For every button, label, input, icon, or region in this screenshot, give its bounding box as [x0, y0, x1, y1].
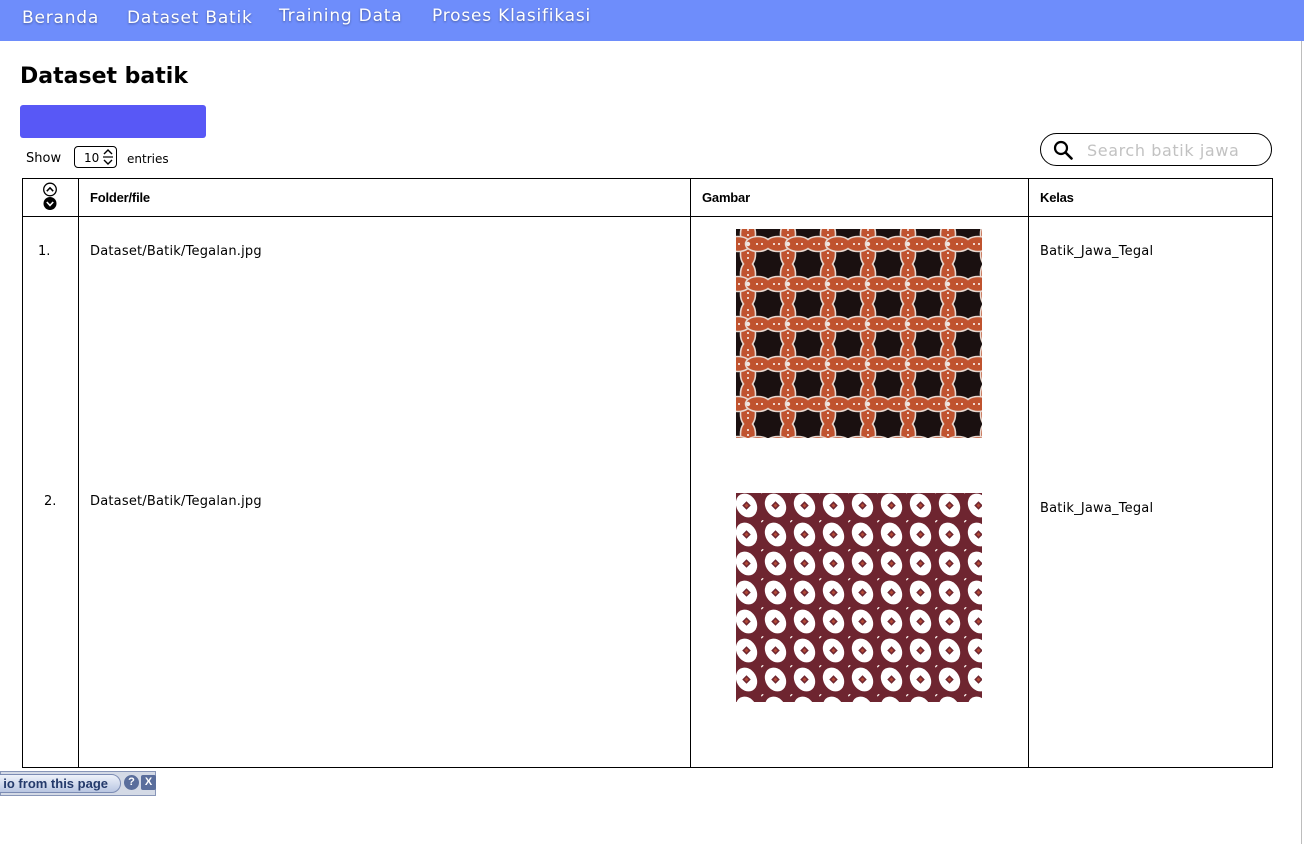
page-right-border	[1301, 41, 1302, 844]
search-input[interactable]	[1087, 138, 1263, 162]
helper-toolbar-action[interactable]: io from this page	[0, 774, 121, 793]
row-number: 2.	[44, 494, 57, 509]
column-divider	[78, 178, 79, 768]
stepper-arrows-icon	[103, 149, 113, 165]
sort-ascending-icon	[43, 182, 57, 197]
cell-file-path: Dataset/Batik/Tegalan.jpg	[90, 494, 262, 509]
nav-training-data[interactable]: Training Data	[279, 6, 402, 26]
batik-thumbnail-image	[736, 493, 982, 702]
helper-toolbar: io from this page ? X	[0, 771, 156, 796]
entries-per-page-select[interactable]: 10	[74, 146, 117, 168]
table-top-border	[22, 178, 1273, 179]
column-divider	[1028, 178, 1029, 768]
cell-file-path: Dataset/Batik/Tegalan.jpg	[90, 244, 262, 259]
sort-descending-icon	[43, 197, 57, 210]
column-header-gambar[interactable]: Gambar	[702, 190, 750, 205]
entries-label: entries	[127, 152, 169, 166]
row-number: 1.	[38, 244, 51, 259]
page-title: Dataset batik	[20, 64, 188, 89]
search-box	[1040, 133, 1272, 166]
table-header-divider	[22, 216, 1273, 217]
sort-toggle[interactable]	[40, 182, 60, 212]
nav-beranda[interactable]: Beranda	[22, 8, 99, 28]
column-header-kelas[interactable]: Kelas	[1040, 190, 1074, 205]
helper-toolbar-label: io from this page	[3, 776, 108, 791]
show-label: Show	[26, 151, 62, 166]
table-bottom-border	[22, 767, 1273, 768]
column-divider	[690, 178, 691, 768]
top-navbar: Beranda Dataset Batik Training Data Pros…	[0, 0, 1304, 41]
table-left-border	[22, 178, 23, 768]
cell-kelas: Batik_Jawa_Tegal	[1040, 244, 1154, 259]
nav-dataset-batik[interactable]: Dataset Batik	[127, 8, 253, 28]
close-icon[interactable]: X	[141, 775, 156, 790]
help-icon[interactable]: ?	[124, 775, 139, 790]
add-dataset-button[interactable]	[20, 105, 206, 138]
entries-value: 10	[84, 151, 100, 165]
cell-kelas: Batik_Jawa_Tegal	[1040, 501, 1154, 516]
column-header-folder-file[interactable]: Folder/file	[90, 190, 150, 205]
table-right-border	[1272, 178, 1273, 768]
batik-thumbnail-image	[736, 229, 982, 438]
nav-proses-klasifikasi[interactable]: Proses Klasifikasi	[432, 6, 591, 26]
search-icon	[1053, 140, 1073, 160]
